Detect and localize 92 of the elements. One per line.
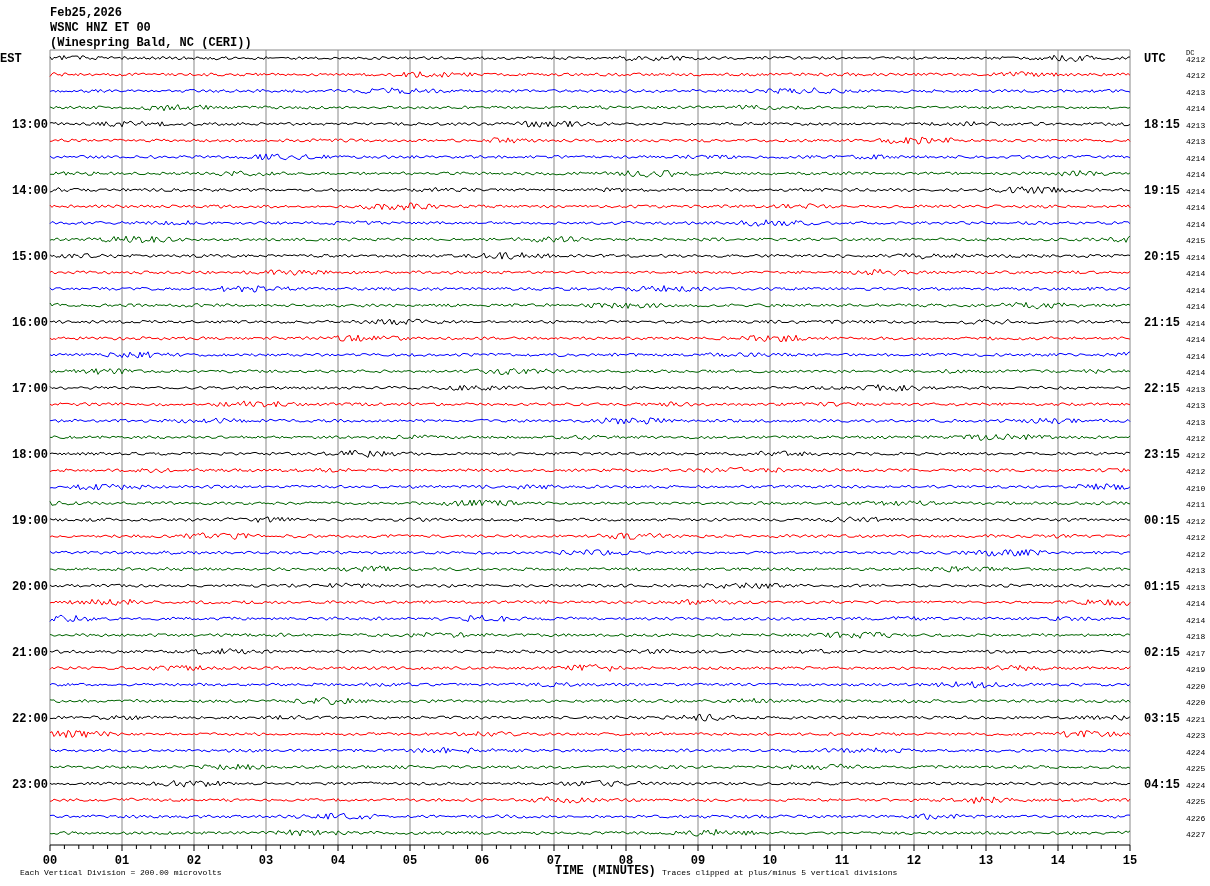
dc-offset-value: 4214 [1186,351,1206,361]
dc-offset-value: 4212 [1186,467,1206,477]
dc-offset-value: 4212 [1186,450,1206,460]
time-label: 23:15 [1144,447,1180,462]
time-label: 01:15 [1144,579,1180,594]
dc-offset-value: 4214 [1186,318,1206,328]
plot-title-line: WSNC HNZ ET 00 [50,21,151,35]
dc-offset-value: 4215 [1186,236,1206,246]
dc-offset-value: 4214 [1186,285,1206,295]
dc-offset-value: 4224 [1186,780,1206,790]
dc-offset-value: 4214 [1186,186,1206,196]
axis-tick-label: 04 [330,854,346,868]
dc-offset-value: 4214 [1186,153,1206,163]
dc-offset-value: 4221 [1186,714,1206,724]
dc-offset-value: 4212 [1186,55,1206,64]
time-label: 18:00 [12,447,48,462]
dc-offset-value: 4213 [1186,401,1206,411]
axis-tick-label: 13 [978,854,994,868]
axis-title: TIME (MINUTES) [555,864,656,878]
time-label: 21:15 [1144,315,1180,330]
time-label: 00:15 [1144,513,1180,528]
dc-offset-value: 4214 [1186,252,1206,262]
time-label: 22:00 [12,711,48,726]
dc-offset-value: 4212 [1186,549,1206,559]
dc-offset-value: 4214 [1186,615,1206,625]
dc-offset-value: 4225 [1186,797,1206,806]
dc-offset-value: 4214 [1186,269,1206,279]
dc-offset-value: 4213 [1186,566,1206,576]
time-label: 19:00 [12,513,48,528]
dc-offset-value: 4226 [1186,813,1206,823]
axis-tick-label: 15 [1122,854,1138,868]
dc-offset-value: 4211 [1186,500,1206,510]
axis-tick-label: 11 [834,854,850,868]
dc-offset-value: 4210 [1186,483,1206,493]
time-label: 03:15 [1144,711,1180,726]
axis-tick-label: 05 [402,854,418,868]
axis-tick-label: 14 [1050,854,1066,868]
plot-title-line: (Winespring Bald, NC (CERI)) [50,36,252,50]
dc-offset-value: 4212 [1186,71,1206,81]
dc-offset-value: 4223 [1186,731,1206,741]
axis-tick-label: 03 [258,854,274,868]
axis-tick-label: 10 [762,854,778,868]
dc-offset-value: 4225 [1186,764,1206,774]
dc-offset-value: 4213 [1186,384,1206,394]
plot-title-line: Feb25,2026 [50,6,122,20]
time-label: 19:15 [1144,183,1180,198]
time-label: EST [0,52,22,66]
axis-tick-label: 00 [42,854,58,868]
time-label: 13:00 [12,117,48,132]
dc-offset-value: 4213 [1186,582,1206,592]
dc-offset-value: 4214 [1186,170,1206,180]
time-label: 04:15 [1144,777,1180,792]
dc-offset-value: 4220 [1186,698,1206,708]
time-label: 23:00 [12,777,48,792]
time-label: 15:00 [12,249,48,264]
time-label: 14:00 [12,183,48,198]
dc-offset-value: 4213 [1186,417,1206,427]
dc-offset-value: 4214 [1186,104,1206,114]
dc-offset-value: 4217 [1186,648,1206,658]
axis-tick-label: 01 [114,854,130,868]
axis-tick-label: 02 [186,854,202,868]
dc-offset-value: 4214 [1186,335,1206,345]
time-label: 02:15 [1144,645,1180,660]
dc-offset-value: 4224 [1186,747,1206,757]
dc-offset-value: 4219 [1186,665,1206,675]
dc-offset-value: 4214 [1186,302,1206,312]
dc-offset-value: 4214 [1186,219,1206,229]
dc-offset-value: 4213 [1186,137,1206,147]
clip-note: Traces clipped at plus/minus 5 vertical divisions [662,868,898,877]
dc-offset-value: 4213 [1186,120,1206,130]
dc-offset-value: 4220 [1186,681,1206,691]
time-label: 18:15 [1144,117,1180,132]
time-label: 20:15 [1144,249,1180,264]
dc-offset-value: 4214 [1186,203,1206,213]
time-label: 16:00 [12,315,48,330]
dc-offset-value: 4218 [1186,632,1206,642]
dc-offset-value: 4212 [1186,516,1206,526]
axis-tick-label: 09 [690,854,706,868]
dc-offset-value: 4213 [1186,88,1206,97]
axis-tick-label: 06 [474,854,490,868]
time-label: 17:00 [12,381,48,396]
time-label: 22:15 [1144,381,1180,396]
dc-offset-value: 4214 [1186,368,1206,378]
time-label: UTC [1144,52,1166,66]
axis-tick-label: 12 [906,854,922,868]
dc-offset-value: 4212 [1186,434,1206,444]
time-label: 20:00 [12,579,48,594]
scale-note: Each Vertical Division = 200.00 microvolts [20,868,222,877]
dc-offset-value: 4212 [1186,533,1206,543]
dc-offset-value: 4214 [1186,599,1206,609]
dc-offset-value: 4227 [1186,830,1206,839]
time-label: 21:00 [12,645,48,660]
